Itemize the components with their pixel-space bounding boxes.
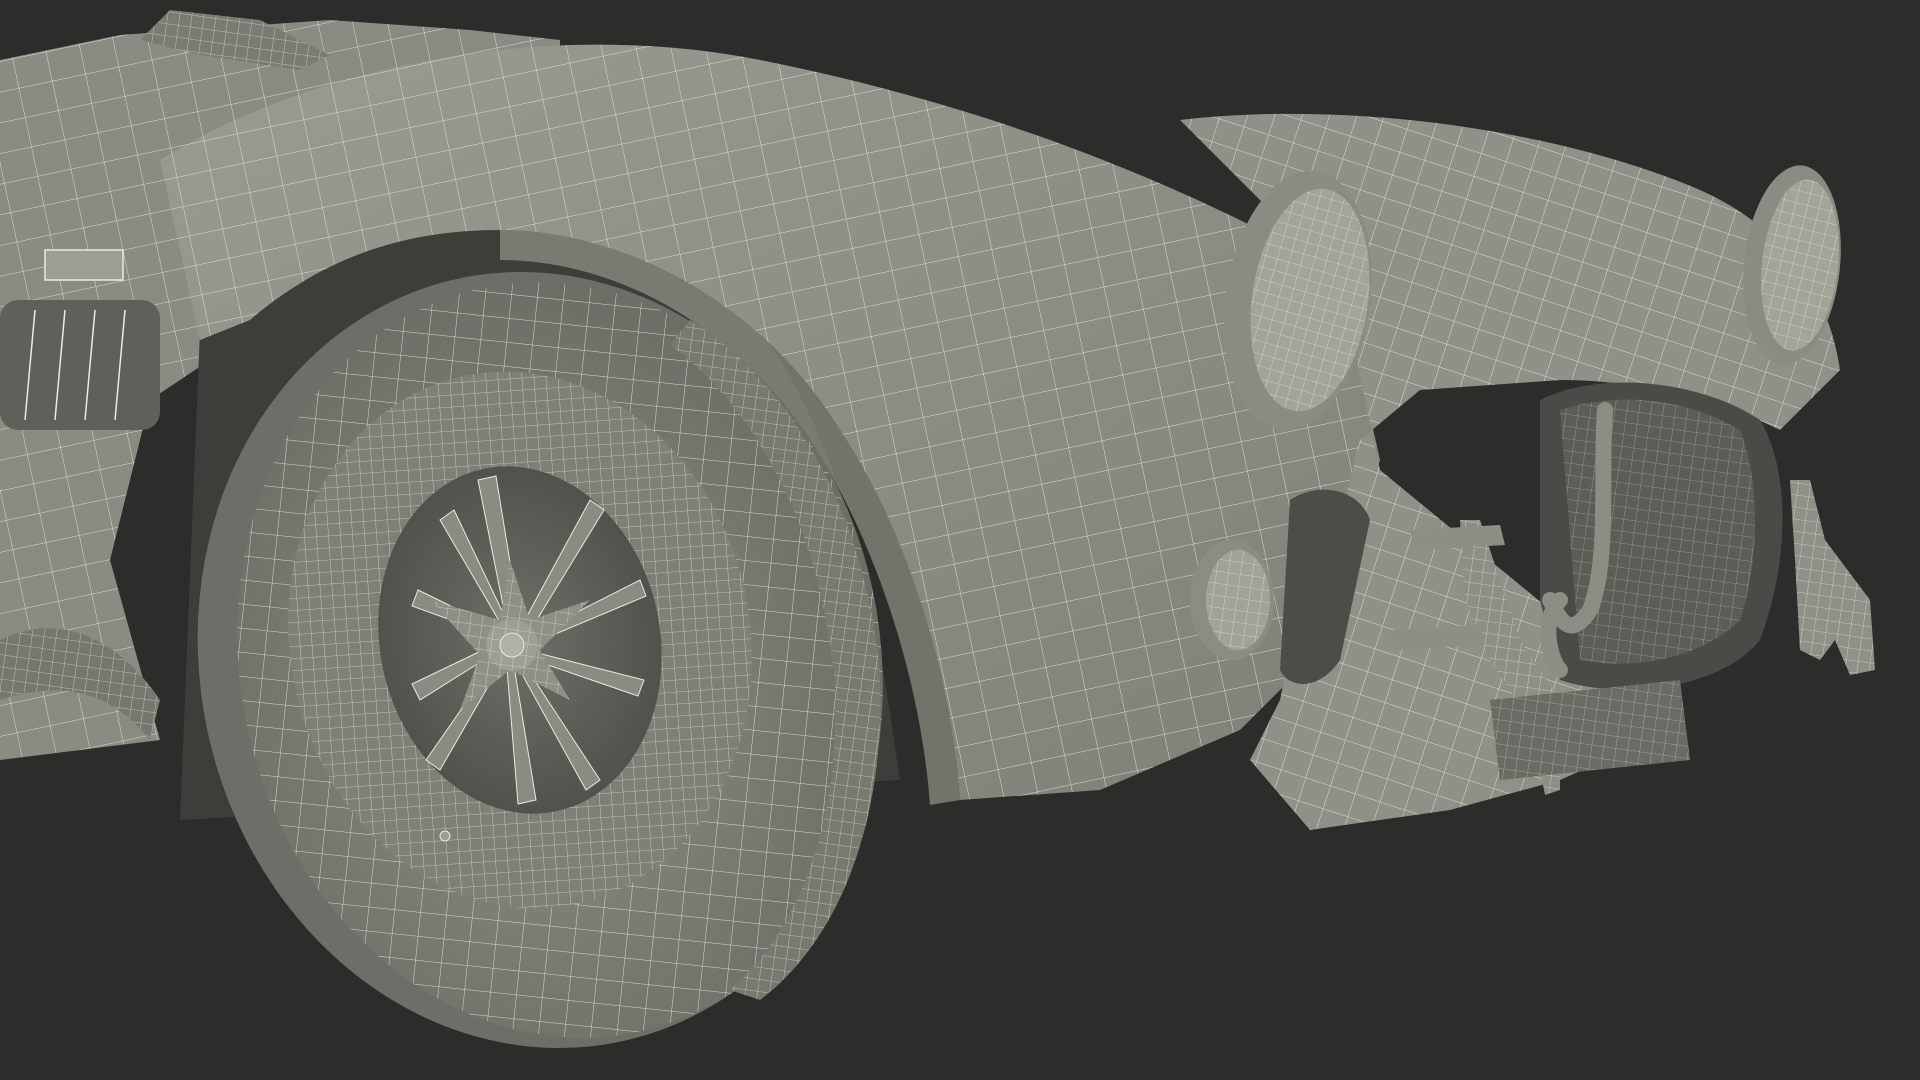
valve-stem xyxy=(439,830,451,842)
car-wireframe-render xyxy=(0,0,1920,1080)
grille-opening xyxy=(1540,382,1783,690)
turn-signal-lamp xyxy=(1190,540,1274,660)
side-badge xyxy=(44,249,124,281)
side-vent xyxy=(0,300,160,430)
render-viewport xyxy=(0,0,1920,1080)
